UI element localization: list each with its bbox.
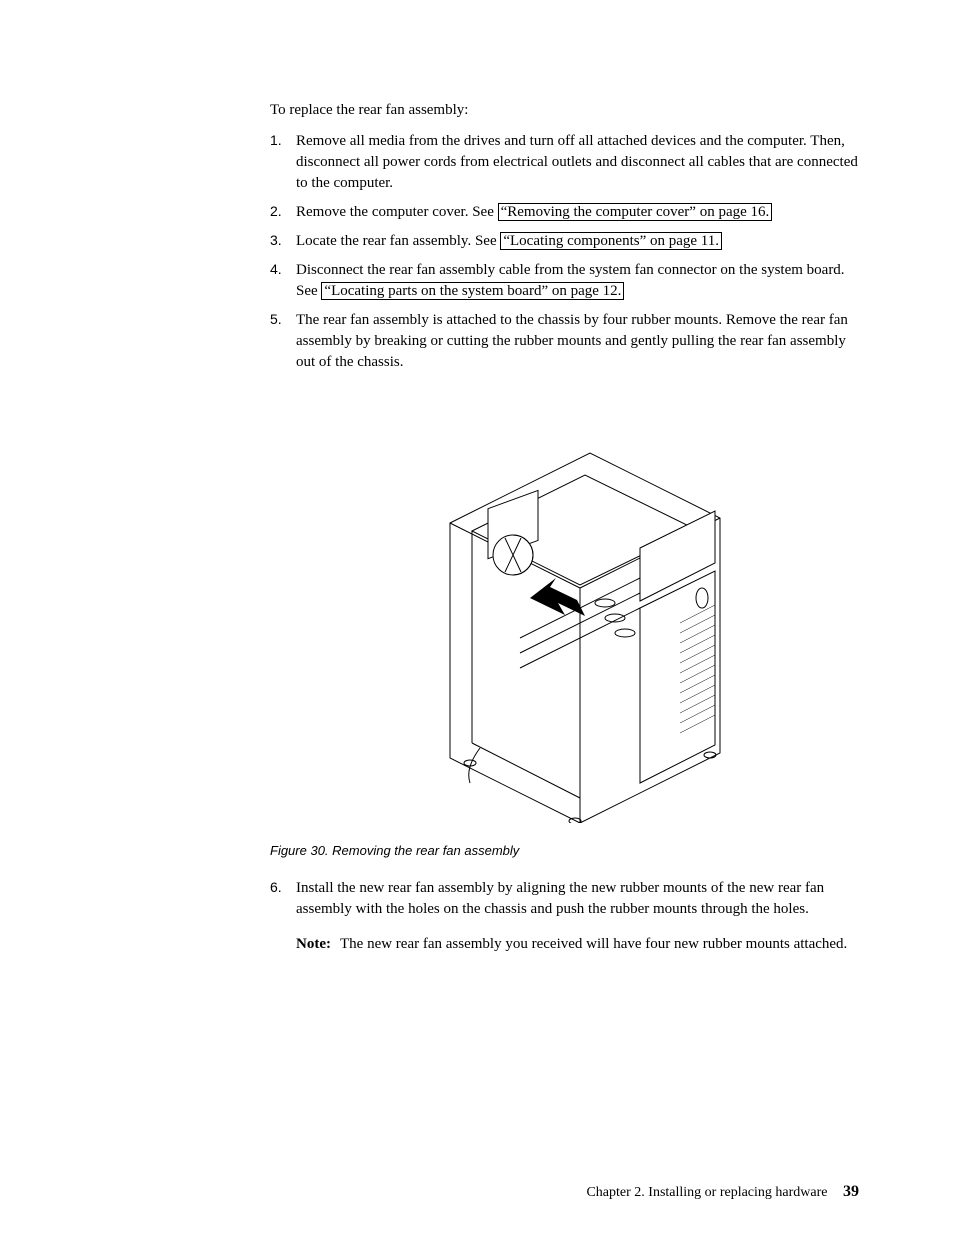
step-number: 2. bbox=[270, 202, 282, 222]
step-number: 3. bbox=[270, 231, 282, 251]
intro-text: To replace the rear fan assembly: bbox=[270, 100, 859, 121]
step-5: 5. The rear fan assembly is attached to … bbox=[270, 310, 859, 373]
cross-reference-link[interactable]: “Locating parts on the system board” on … bbox=[321, 282, 624, 300]
figure: Figure 30. Removing the rear fan assembl… bbox=[270, 403, 859, 858]
step-2: 2. Remove the computer cover. See “Remov… bbox=[270, 202, 859, 223]
step-6: 6. Install the new rear fan assembly by … bbox=[270, 878, 859, 955]
step-3: 3. Locate the rear fan assembly. See “Lo… bbox=[270, 231, 859, 252]
step-list-continued: 6. Install the new rear fan assembly by … bbox=[270, 878, 859, 955]
note-label: Note: bbox=[296, 934, 331, 955]
figure-caption: Figure 30. Removing the rear fan assembl… bbox=[270, 843, 859, 858]
step-text: The rear fan assembly is attached to the… bbox=[296, 312, 848, 370]
computer-chassis-illustration bbox=[380, 403, 750, 823]
note-block: Note: The new rear fan assembly you rece… bbox=[296, 934, 859, 955]
cross-reference-link[interactable]: “Removing the computer cover” on page 16… bbox=[498, 203, 773, 221]
page-number: 39 bbox=[843, 1183, 859, 1200]
step-list: 1. Remove all media from the drives and … bbox=[270, 131, 859, 373]
step-number: 4. bbox=[270, 260, 282, 280]
step-number: 1. bbox=[270, 131, 282, 151]
chapter-title: Chapter 2. Installing or replacing hardw… bbox=[586, 1185, 827, 1200]
step-1: 1. Remove all media from the drives and … bbox=[270, 131, 859, 194]
cross-reference-link[interactable]: “Locating components” on page 11. bbox=[500, 232, 722, 250]
step-text: Remove the computer cover. See bbox=[296, 204, 498, 220]
step-text: Remove all media from the drives and tur… bbox=[296, 133, 858, 191]
page-content: To replace the rear fan assembly: 1. Rem… bbox=[0, 0, 954, 1235]
page-footer: Chapter 2. Installing or replacing hardw… bbox=[586, 1183, 859, 1201]
note-text: The new rear fan assembly you received w… bbox=[340, 936, 847, 952]
step-4: 4. Disconnect the rear fan assembly cabl… bbox=[270, 260, 859, 302]
step-text: Install the new rear fan assembly by ali… bbox=[296, 880, 824, 917]
step-number: 6. bbox=[270, 878, 282, 898]
step-text: Locate the rear fan assembly. See bbox=[296, 233, 500, 249]
step-number: 5. bbox=[270, 310, 282, 330]
